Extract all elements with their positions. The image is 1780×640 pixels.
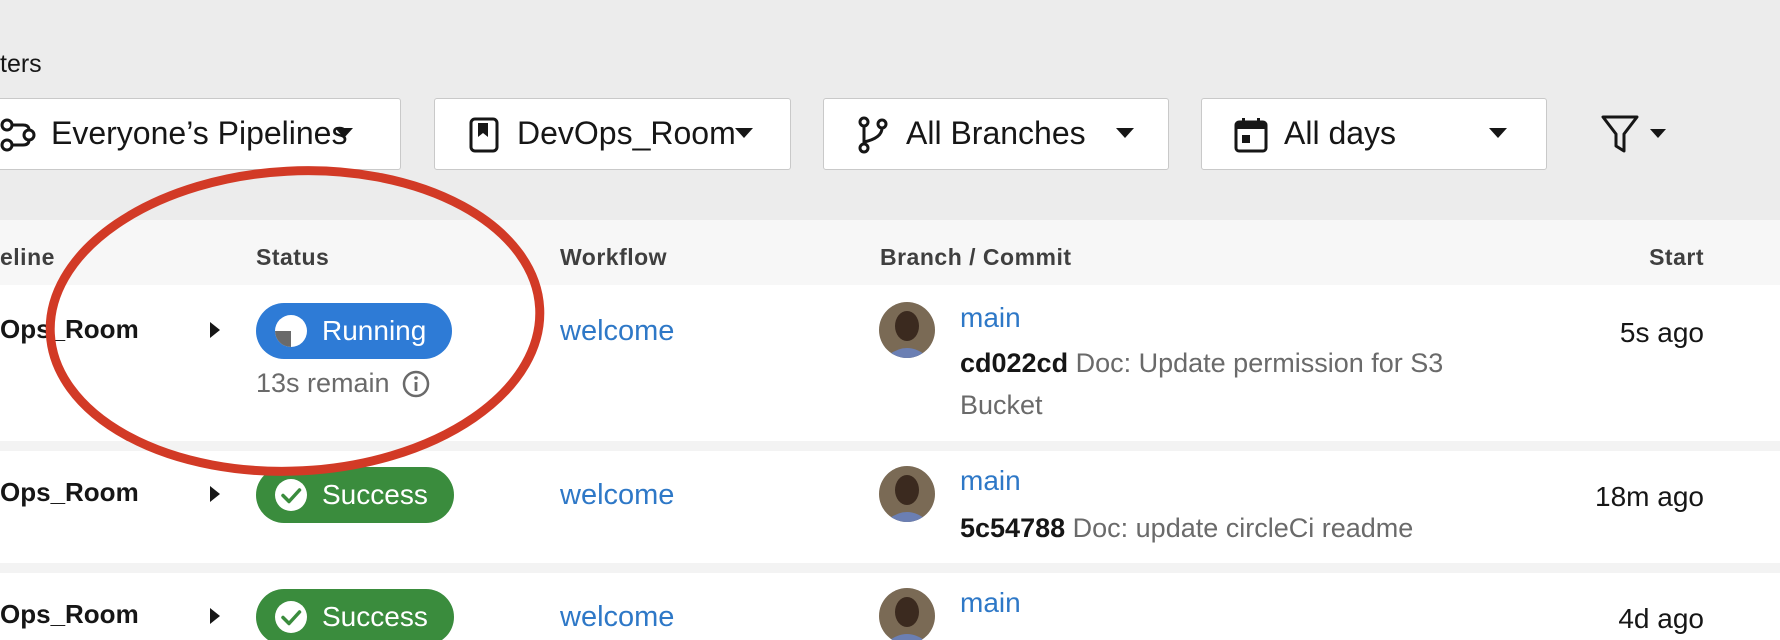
calendar-icon (1234, 118, 1268, 153)
pipelines-icon (0, 118, 36, 152)
expand-caret-icon[interactable] (210, 608, 220, 624)
commit-message: Doc: update circleCi readme (1072, 513, 1414, 543)
column-header-status: Status (256, 244, 330, 270)
pipeline-name[interactable]: Ops_Room (0, 477, 139, 508)
workflow-link[interactable]: welcome (560, 601, 674, 634)
expand-caret-icon[interactable] (210, 322, 220, 338)
filters-label: ters (0, 50, 42, 78)
expand-caret-icon[interactable] (210, 486, 220, 502)
filters-bar: ters Everyone’s Pipelines DevOps_Room Al… (0, 0, 1780, 220)
start-time: 18m ago (1595, 481, 1704, 512)
chevron-down-icon (1116, 128, 1134, 138)
pipeline-name[interactable]: Ops_Room (0, 599, 139, 630)
avatar (879, 588, 935, 640)
pipeline-name[interactable]: Ops_Room (0, 314, 139, 345)
avatar-image (879, 466, 935, 522)
workflow-link[interactable]: welcome (560, 479, 674, 512)
table-row[interactable]: Ops_Room Success welcome main 4d ago (0, 573, 1780, 640)
status-label: Success (322, 479, 428, 510)
check-circle-icon (275, 479, 307, 511)
table-header: eline Status Workflow Branch / Commit St… (0, 220, 1780, 285)
project-filter-label: DevOps_Room (517, 115, 736, 151)
more-filters-button[interactable] (1580, 98, 1690, 170)
column-header-workflow: Workflow (560, 244, 668, 270)
chevron-down-icon (735, 128, 753, 138)
branches-filter-dropdown[interactable]: All Branches (823, 98, 1169, 170)
column-header-pipeline: eline (0, 244, 55, 270)
commit-info[interactable]: 5c54788 Doc: update circleCi readme (960, 507, 1560, 549)
branch-link[interactable]: main (960, 587, 1021, 619)
funnel-icon (1601, 115, 1639, 153)
chevron-down-icon (1650, 129, 1666, 138)
avatar (879, 466, 935, 522)
branch-link[interactable]: main (960, 302, 1021, 334)
row-divider (0, 441, 1780, 451)
workflow-link[interactable]: welcome (560, 315, 674, 348)
column-header-start: Start (1649, 244, 1704, 270)
table-row[interactable]: Ops_Room Success welcome main 5c54788 Do… (0, 451, 1780, 563)
status-badge[interactable]: Success (256, 467, 454, 523)
branch-link[interactable]: main (960, 465, 1021, 497)
info-icon[interactable] (402, 370, 430, 398)
commit-hash: cd022cd (960, 348, 1069, 378)
time-remaining: 13s remain (256, 368, 430, 399)
check-circle-icon (275, 601, 307, 633)
bookmark-icon (469, 117, 499, 153)
start-time: 5s ago (1619, 317, 1704, 348)
status-label: Success (322, 601, 428, 632)
table-row[interactable]: Ops_Room Running 13s remain welcome main… (0, 285, 1780, 441)
row-divider (0, 563, 1780, 573)
start-time: 4d ago (1618, 603, 1704, 634)
pipelines-filter-label: Everyone’s Pipelines (51, 115, 348, 151)
status-badge[interactable]: Success (256, 589, 454, 640)
time-remaining-label: 13s remain (256, 368, 390, 398)
project-filter-dropdown[interactable]: DevOps_Room (434, 98, 791, 170)
commit-hash: 5c54788 (960, 513, 1066, 543)
date-range-filter-dropdown[interactable]: All days (1201, 98, 1547, 170)
chevron-down-icon (1489, 128, 1507, 138)
avatar (879, 302, 935, 358)
commit-info[interactable]: cd022cd Doc: Update permission for S3 Bu… (960, 342, 1480, 426)
running-progress-icon (275, 315, 307, 347)
chevron-down-icon (335, 128, 353, 138)
git-branch-icon (858, 116, 888, 154)
avatar-image (879, 302, 935, 358)
pipelines-filter-dropdown[interactable]: Everyone’s Pipelines (0, 98, 401, 170)
avatar-image (879, 588, 935, 640)
status-badge[interactable]: Running (256, 303, 453, 359)
branches-filter-label: All Branches (906, 115, 1086, 151)
status-label: Running (322, 315, 427, 346)
column-header-branch-commit: Branch / Commit (880, 244, 1072, 270)
date-range-filter-label: All days (1284, 115, 1397, 151)
